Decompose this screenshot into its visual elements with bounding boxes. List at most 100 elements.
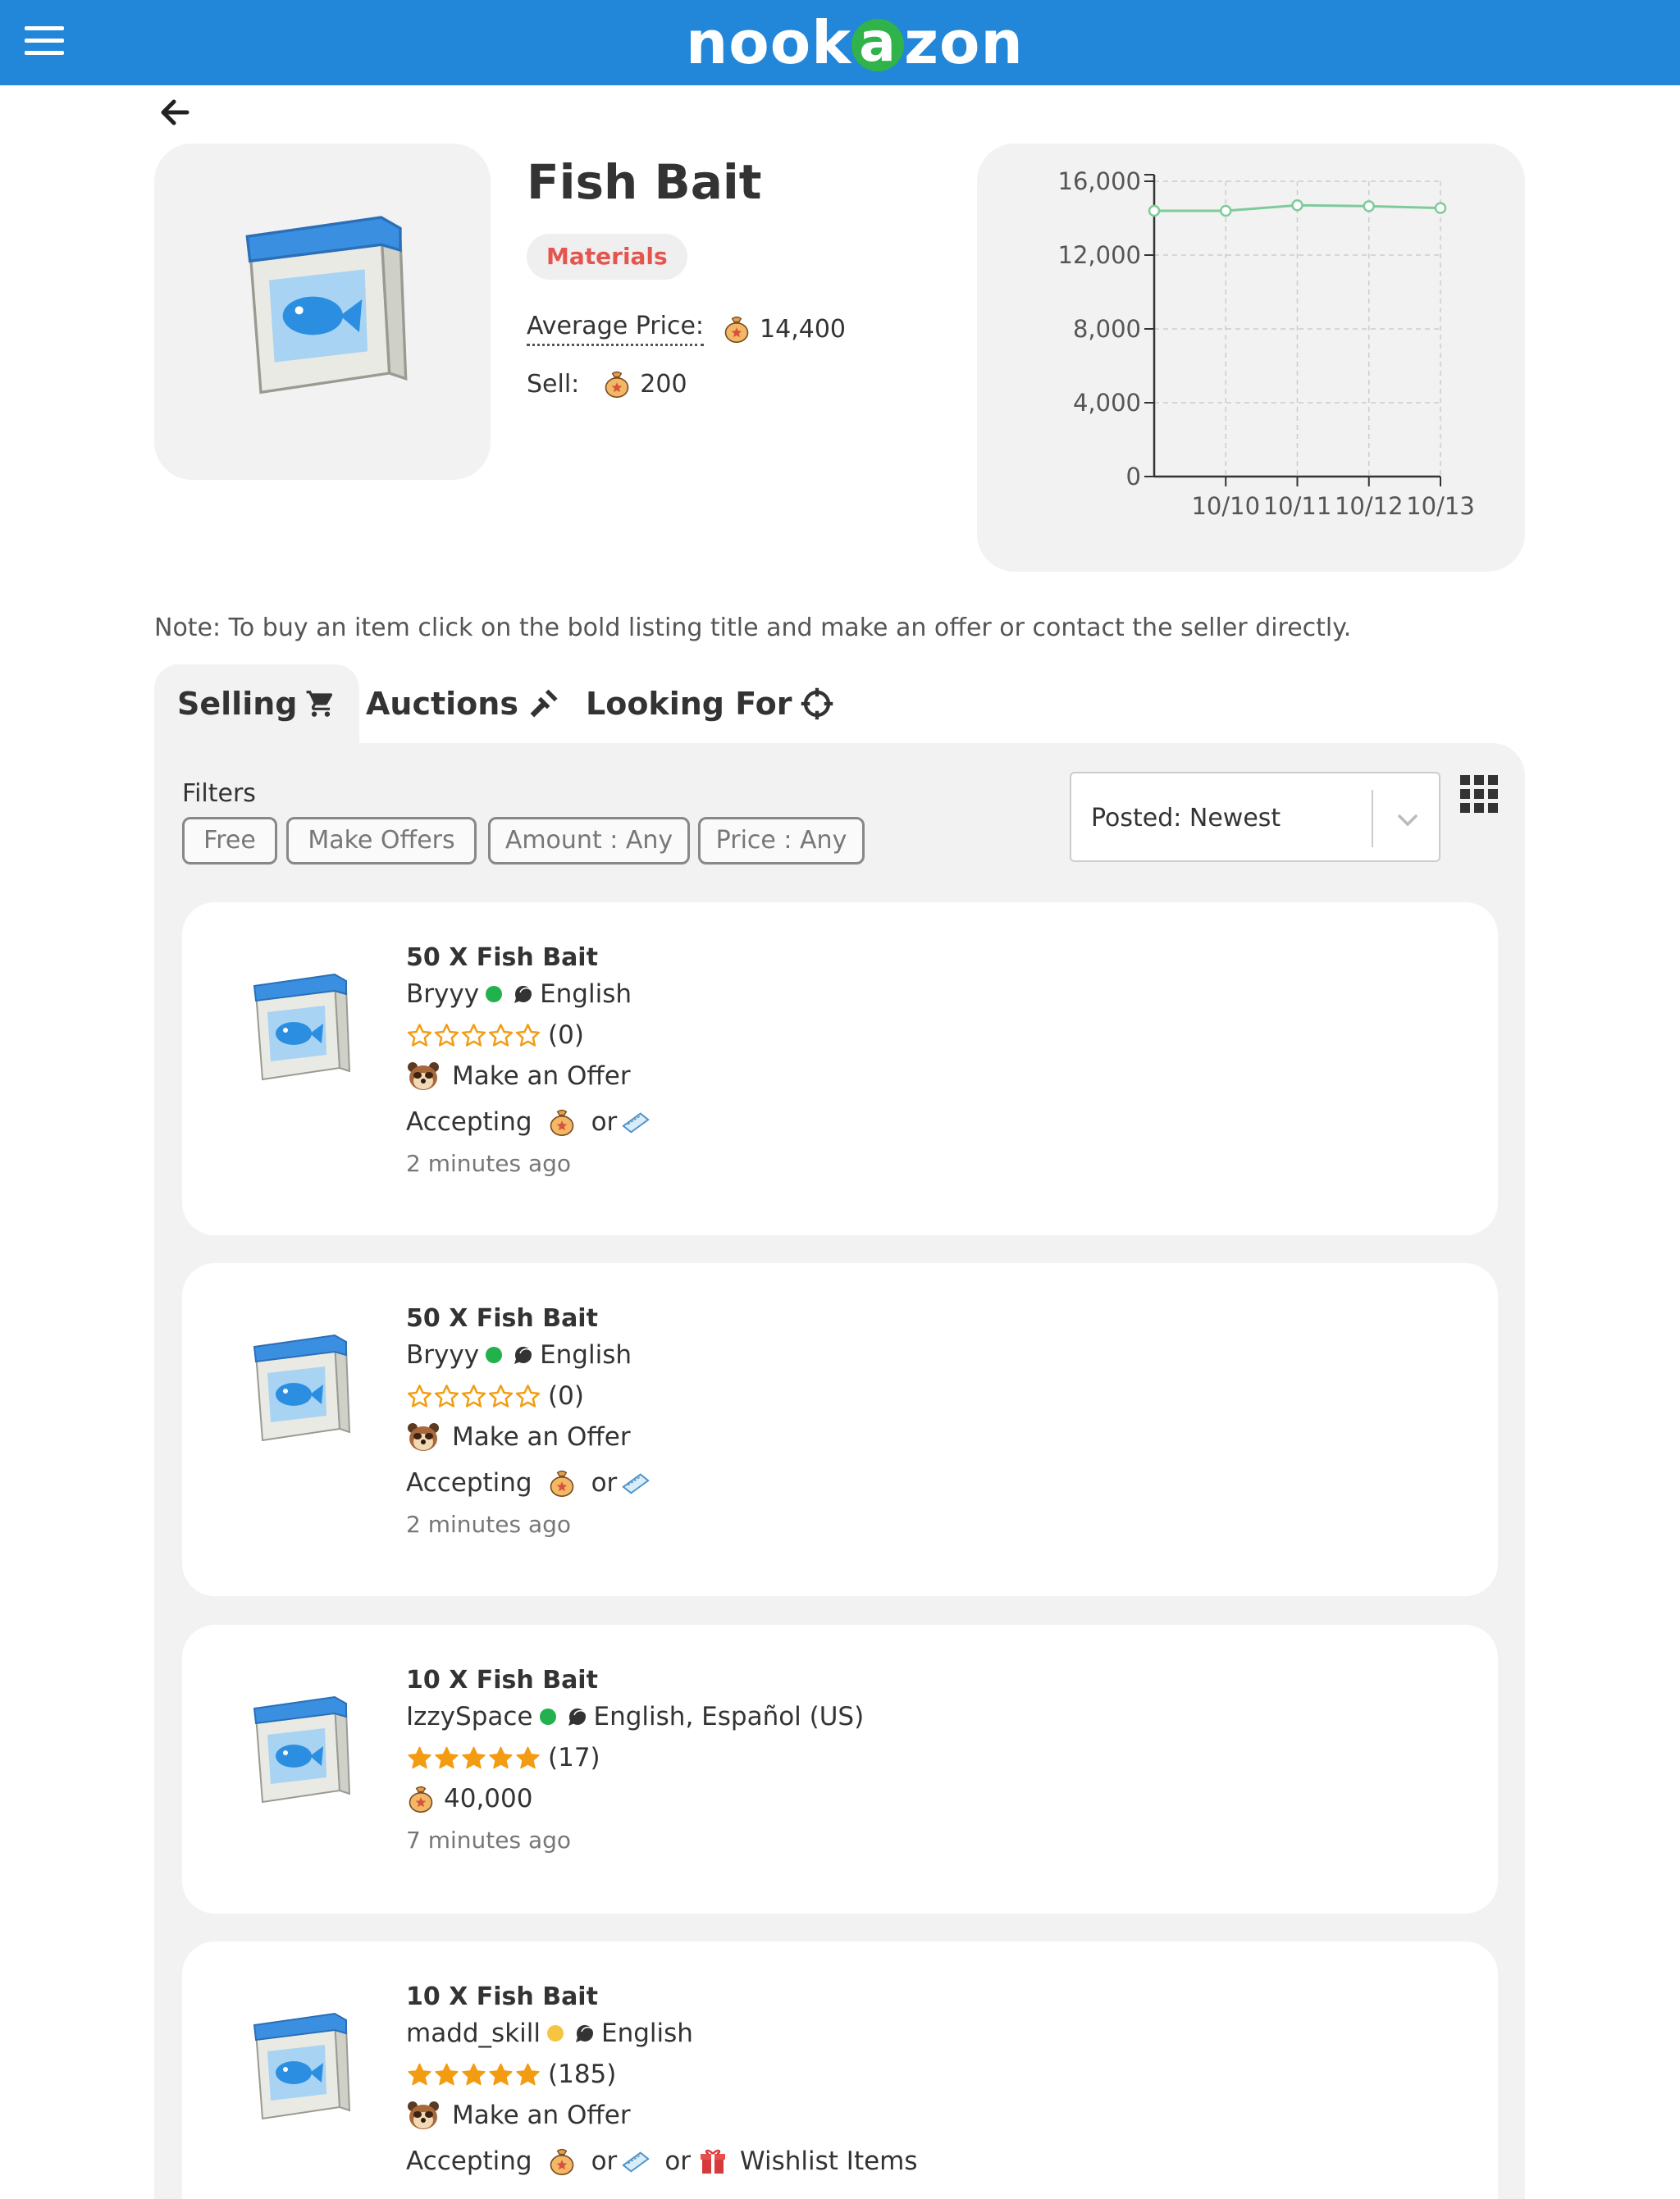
posted-time: 7 minutes ago [406, 1826, 572, 1854]
sort-divider [1372, 790, 1373, 847]
filter-make-offers-button[interactable]: Make Offers [286, 817, 477, 865]
listing-title[interactable]: 50 X Fish Bait [406, 943, 651, 972]
bell-bag-icon [722, 314, 751, 344]
listing-title[interactable]: 10 X Fish Bait [406, 1666, 864, 1695]
seller-name[interactable]: Bryyy [406, 979, 479, 1009]
tab-auctions[interactable]: Auctions [366, 664, 563, 743]
seller-row: Bryyy English [406, 1332, 651, 1378]
y-tick-label: 0 [1126, 463, 1141, 490]
logo-leaf: a [851, 16, 905, 71]
nookazon-logo[interactable]: nook a zon [686, 8, 1024, 77]
item-title: Fish Bait [527, 154, 762, 210]
gift-icon [699, 2147, 727, 2175]
price-point [1220, 204, 1232, 217]
star-empty-icon [406, 1383, 433, 1410]
sell-price-row: Sell: 200 [527, 369, 687, 399]
language-icon [566, 1705, 589, 1728]
gavel-icon [530, 689, 558, 718]
listing-card: 50 X Fish Bait Bryyy English (0) Make an… [182, 1263, 1498, 1596]
seller-row: IzzySpace English, Español (US) [406, 1694, 864, 1740]
away-status-icon [547, 2025, 564, 2042]
seller-name[interactable]: madd_skill [406, 2019, 541, 2048]
star-empty-icon [487, 1383, 514, 1410]
star-empty-icon [406, 1022, 433, 1049]
star-empty-icon [433, 1383, 460, 1410]
or-text: or [664, 2147, 692, 2176]
tom-nook-icon [406, 2098, 441, 2133]
offer-row: Make an Offer [406, 1053, 651, 1099]
price-point [1434, 202, 1447, 214]
price-point [1363, 200, 1375, 212]
x-tick-label: 10/13 [1406, 492, 1475, 520]
language-icon [512, 1344, 535, 1366]
top-bar: nook a zon [0, 0, 1680, 85]
star-empty-icon [487, 1022, 514, 1049]
star-empty-icon [460, 1022, 487, 1049]
x-tick-label: 10/11 [1263, 492, 1332, 520]
seller-name[interactable]: Bryyy [406, 1340, 479, 1370]
bell-bag-icon [602, 369, 632, 399]
tab-selling[interactable]: Selling [154, 664, 360, 743]
sort-select[interactable]: Posted: Newest [1070, 772, 1440, 862]
star-rating [406, 1745, 541, 1772]
seller-language: English [540, 1340, 632, 1370]
seller-row: Bryyy English [406, 971, 651, 1017]
tab-looking-for[interactable]: Looking For [586, 664, 834, 743]
seller-name[interactable]: IzzySpace [406, 1702, 533, 1731]
or-text: or [591, 1468, 618, 1498]
back-arrow-icon[interactable] [154, 92, 195, 133]
offer-row: Make an Offer [406, 1414, 651, 1460]
filter-free-button[interactable]: Free [182, 817, 277, 865]
listing-title[interactable]: 50 X Fish Bait [406, 1304, 651, 1333]
online-status-icon [486, 986, 503, 1002]
star-full-icon [433, 2061, 460, 2088]
tab-selling-label: Selling [177, 686, 298, 722]
x-tick-label: 10/12 [1335, 492, 1404, 520]
bell-bag-icon [547, 2147, 577, 2176]
listing-title[interactable]: 10 X Fish Bait [406, 1982, 918, 2011]
price-point [1291, 199, 1303, 212]
menu-icon[interactable] [25, 26, 64, 57]
rating-count: (0) [548, 1020, 584, 1050]
star-full-icon [514, 1745, 541, 1772]
filter-price-button[interactable]: Price : Any [698, 817, 865, 865]
listing-item-image[interactable] [238, 1692, 361, 1815]
chevron-down-icon [1398, 814, 1418, 827]
rating-row: (185) [406, 2056, 918, 2092]
tab-looking-for-label: Looking For [586, 686, 792, 722]
listing-item-image[interactable] [238, 1330, 361, 1453]
average-price-value: 14,400 [760, 314, 847, 344]
star-rating [406, 1022, 541, 1049]
y-tick-label: 16,000 [1058, 167, 1141, 195]
accepting-row: Accepting or or Wishlist Items [406, 2138, 918, 2184]
seller-language: English [540, 979, 632, 1009]
star-full-icon [406, 2061, 433, 2088]
posted-time: 2 minutes ago [406, 1149, 572, 1177]
listing-item-image[interactable] [238, 2009, 361, 2132]
online-status-icon [539, 1709, 556, 1725]
star-rating [406, 1383, 541, 1410]
grid-view-icon[interactable] [1460, 775, 1498, 813]
seller-language: English, Español (US) [593, 1702, 865, 1731]
star-empty-icon [514, 1022, 541, 1049]
tom-nook-icon [406, 1420, 441, 1454]
average-price-row: Average Price: 14,400 [527, 312, 846, 346]
sell-label: Sell: [527, 369, 580, 399]
x-tick-label: 10/10 [1191, 492, 1260, 520]
listing-card: 10 X Fish Bait IzzySpace English, Españo… [182, 1625, 1498, 1914]
wishlist-text: Wishlist Items [740, 2147, 918, 2176]
tom-nook-icon [406, 1059, 441, 1093]
offer-text: Make an Offer [452, 2101, 631, 2130]
average-price-label[interactable]: Average Price: [527, 312, 705, 346]
listing-item-image[interactable] [238, 969, 361, 1093]
crosshair-icon [801, 687, 833, 720]
category-badge[interactable]: Materials [527, 234, 687, 280]
price-history-chart: 0 4,000 8,000 12,000 16,000 10/10 10/11 10/12 10… [977, 144, 1525, 572]
star-rating [406, 2061, 541, 2088]
rating-row: (0) [406, 1378, 651, 1414]
cart-icon [307, 691, 333, 717]
seller-language: English [601, 2019, 693, 2048]
online-status-icon [486, 1347, 503, 1363]
filter-amount-button[interactable]: Amount : Any [488, 817, 690, 865]
star-full-icon [487, 1745, 514, 1772]
